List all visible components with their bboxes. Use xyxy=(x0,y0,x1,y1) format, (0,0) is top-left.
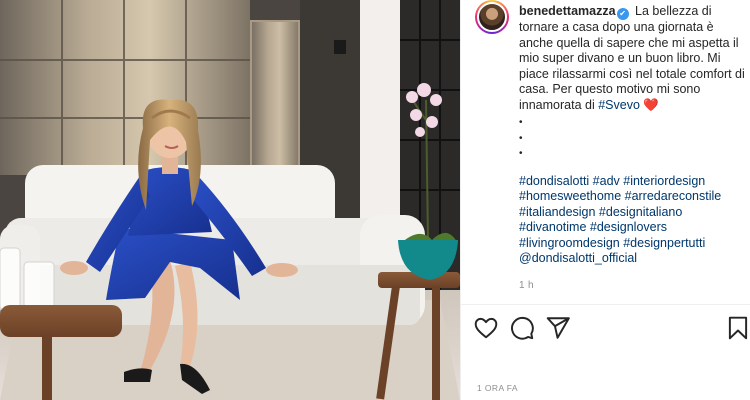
hashtag-line[interactable]: #dondisalotti #adv #interiordesign xyxy=(519,174,745,190)
posted-time: 1 ORA FA xyxy=(477,383,518,393)
hashtag-svevo[interactable]: #Svevo xyxy=(598,98,640,112)
heart-outline-icon xyxy=(474,317,498,339)
caption: benedettamazza ✔ La bellezza di tornare a… xyxy=(519,4,745,293)
like-button[interactable] xyxy=(473,315,499,341)
post-photo[interactable] xyxy=(0,0,460,400)
heart-emoji: ❤️ xyxy=(643,97,659,112)
hashtag-line[interactable]: #livingroomdesign #designpertutti xyxy=(519,236,745,252)
verified-badge-icon: ✔ xyxy=(616,8,629,20)
dot: • xyxy=(519,117,523,128)
comment-icon xyxy=(511,316,534,340)
avatar[interactable] xyxy=(475,0,509,34)
mention-link[interactable]: @dondisalotti_official xyxy=(519,251,745,267)
bookmark-icon xyxy=(728,316,748,340)
action-bar xyxy=(461,315,750,343)
comment-button[interactable] xyxy=(509,315,535,341)
dots: • • • xyxy=(519,115,745,162)
hashtag-line[interactable]: #homesweethome #arredareconstile xyxy=(519,189,745,205)
paper-plane-icon xyxy=(546,317,570,339)
divider xyxy=(461,304,750,305)
hashtag-block: #dondisalotti #adv #interiordesign #home… xyxy=(519,174,745,267)
relative-time: 1 h xyxy=(519,279,534,291)
dot: • xyxy=(519,148,523,159)
caption-text: La bellezza di tornare a casa dopo una g… xyxy=(519,4,745,112)
username-link[interactable]: benedettamazza xyxy=(519,4,616,18)
avatar-image xyxy=(477,2,507,32)
hashtag-line[interactable]: #divanotime #designlovers xyxy=(519,220,745,236)
share-button[interactable] xyxy=(545,315,571,341)
post-sidebar: benedettamazza ✔ La bellezza di tornare a… xyxy=(460,0,750,400)
caption-area: benedettamazza ✔ La bellezza di tornare a… xyxy=(461,0,750,304)
save-button[interactable] xyxy=(725,315,750,341)
dot: • xyxy=(519,132,523,144)
hashtag-line[interactable]: #italiandesign #designitaliano xyxy=(519,205,745,221)
